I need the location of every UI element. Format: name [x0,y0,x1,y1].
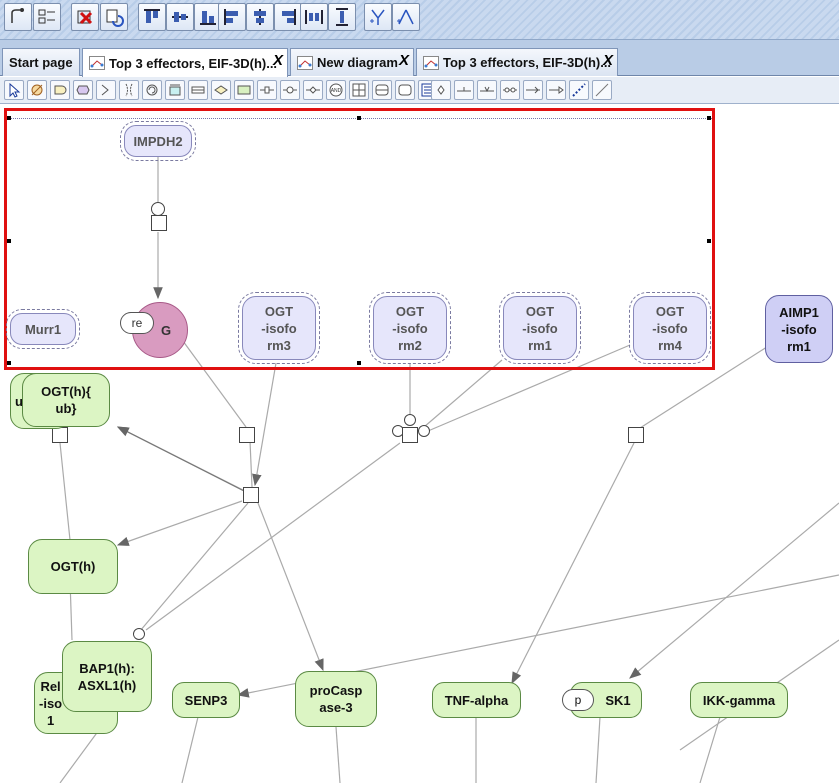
tab-label: Top 3 effectors, EIF-3D(h)... [109,55,278,71]
degradation-icon[interactable] [27,80,47,100]
compartment-icon[interactable] [96,80,116,100]
resize-handle[interactable] [7,361,11,365]
align-middle-icon[interactable] [166,3,194,31]
process-port [133,628,145,640]
process-node[interactable] [628,427,644,443]
catalysis-icon[interactable] [500,80,520,100]
necessary-stimulation-icon[interactable] [546,80,566,100]
tab-start-page[interactable]: Start page [2,48,80,76]
close-icon[interactable]: X [273,52,283,69]
tag-icon[interactable] [349,80,369,100]
refresh-icon[interactable] [100,3,128,31]
state-variable[interactable]: re [120,312,154,334]
not-icon[interactable]: AND [326,80,346,100]
port-icon[interactable] [395,80,415,100]
resize-handle[interactable] [707,116,711,120]
node-senp3[interactable]: SENP3 [172,682,240,718]
distribute-vertical-icon[interactable] [328,3,356,31]
process-node[interactable] [402,427,418,443]
node-ogt-isoform2[interactable]: OGT -isofo rm2 [369,292,451,364]
resize-handle[interactable] [357,361,361,365]
resize-handle[interactable] [7,239,11,243]
main-toolbar [0,0,839,40]
stimulation-icon[interactable] [477,80,497,100]
resize-handle[interactable] [707,239,711,243]
node-ogt-ub[interactable]: OGT(h){ ub} [22,373,110,427]
process-node[interactable] [239,427,255,443]
clone-icon[interactable] [119,80,139,100]
select-arrow-icon[interactable] [4,80,24,100]
line-icon[interactable] [592,80,612,100]
modulation-icon[interactable] [454,80,474,100]
close-icon[interactable]: X [399,52,409,69]
checklist-icon[interactable] [33,3,61,31]
diagram-icon [89,56,105,70]
node-procaspase-3[interactable]: proCasp ase-3 [295,671,377,727]
align-center-icon[interactable] [246,3,274,31]
node-bap1-asxl1[interactable]: BAP1(h): ASXL1(h) [62,641,152,712]
tab-strip: Start page Top 3 effectors, EIF-3D(h)...… [0,40,839,77]
inhibition-icon[interactable] [523,80,543,100]
node-ikk-gamma[interactable]: IKK-gamma [690,682,788,718]
selection-rectangle [4,108,715,370]
align-left-icon[interactable] [218,3,246,31]
node-tnf-alpha[interactable]: TNF-alpha [432,682,521,718]
and-icon[interactable] [280,80,300,100]
node-ogt-isoform3[interactable]: OGT -isofo rm3 [238,292,320,364]
tab-new-diagram[interactable]: New diagram X [290,48,414,76]
process-icon[interactable] [188,80,208,100]
dissociation-icon[interactable] [257,80,277,100]
align-right-icon[interactable] [274,3,302,31]
diagram-canvas[interactable]: IMPDH2 Murr1 G re OGT -isofo rm3 OGT -is… [0,105,839,783]
node-impdh2[interactable]: IMPDH2 [120,121,196,161]
resize-handle[interactable] [357,116,361,120]
note-icon[interactable] [372,80,392,100]
node-aimp1-isoform1[interactable]: AIMP1 -isofo rm1 [765,295,833,363]
complex-icon[interactable] [73,80,93,100]
tab-top3-effectors-2[interactable]: Top 3 effectors, EIF-3D(h)... X [416,48,618,76]
layout-fork-icon[interactable] [364,3,392,31]
diagram-icon [297,55,313,70]
association-port [418,425,430,437]
svg-text:AND: AND [331,88,342,94]
production-icon[interactable] [431,80,451,100]
state-variable[interactable]: p [562,689,594,711]
node-ogt-h[interactable]: OGT(h) [28,539,118,594]
rule-icon[interactable] [165,80,185,100]
process-node[interactable] [243,487,259,503]
tab-label: New diagram [317,55,398,70]
distribute-horizontal-icon[interactable] [300,3,328,31]
source-sink-icon[interactable] [142,80,162,100]
layout-tree-icon[interactable] [392,3,420,31]
macromolecule-icon[interactable] [50,80,70,100]
association-port [404,414,416,426]
delete-icon[interactable] [71,3,99,31]
node-ogt-isoform4[interactable]: OGT -isofo rm4 [629,292,711,364]
diagram-icon [423,55,439,70]
association-icon[interactable] [234,80,254,100]
process-node[interactable] [52,427,68,443]
dotted-line-icon[interactable] [569,80,589,100]
omitted-process-icon[interactable] [211,80,231,100]
close-icon[interactable]: X [603,52,613,69]
resize-handle[interactable] [7,116,11,120]
or-icon[interactable] [303,80,323,100]
node-ogt-isoform1[interactable]: OGT -isofo rm1 [499,292,581,364]
node-murr1[interactable]: Murr1 [6,309,80,349]
tab-label: Top 3 effectors, EIF-3D(h)... [443,55,612,70]
tab-top3-effectors-1[interactable]: Top 3 effectors, EIF-3D(h)... X [82,48,288,77]
element-palette: AND [0,77,839,104]
connect-icon[interactable] [4,3,32,31]
tab-label: Start page [9,55,73,70]
align-top-icon[interactable] [138,3,166,31]
